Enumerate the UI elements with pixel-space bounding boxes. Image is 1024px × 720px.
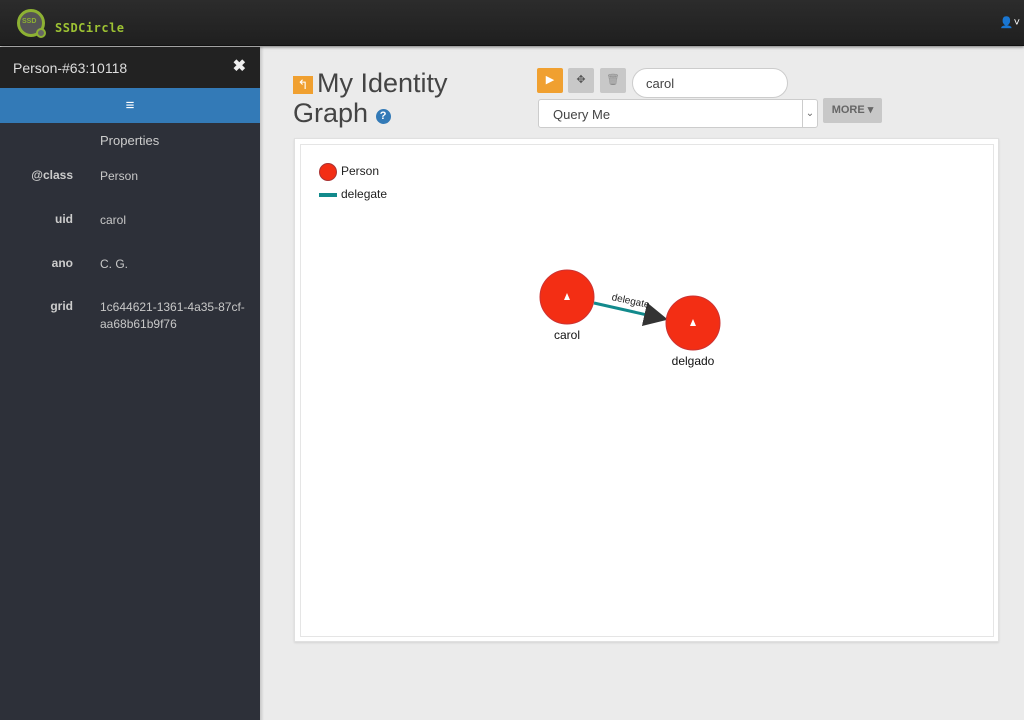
properties-heading: Properties bbox=[100, 133, 160, 148]
property-value: Person bbox=[100, 169, 139, 183]
node-label: delgado bbox=[672, 354, 715, 368]
node-delgado[interactable]: delgado bbox=[665, 295, 721, 368]
search-input[interactable] bbox=[632, 68, 788, 98]
property-key: @class bbox=[31, 168, 73, 182]
chevron-down-icon: ˅ bbox=[1013, 17, 1020, 29]
property-key: ano bbox=[51, 256, 73, 270]
brand-name[interactable]: SSDCircle bbox=[55, 21, 125, 35]
graph-canvas[interactable]: Person delegate delegate carol delgado bbox=[300, 144, 994, 637]
trash-icon: 🗑 bbox=[606, 74, 620, 86]
chevron-down-icon: ⌄ bbox=[802, 100, 817, 127]
user-menu[interactable]: 👤˅ bbox=[1000, 16, 1020, 29]
graph-svg: delegate carol delgado bbox=[539, 269, 721, 368]
run-query-button[interactable]: ▶ bbox=[537, 68, 563, 93]
help-icon[interactable]: ? bbox=[375, 109, 391, 124]
node-label: carol bbox=[554, 328, 580, 342]
top-navbar: SSD SSDCircle 👤˅ bbox=[0, 0, 1024, 46]
page-title-text: My Identity Graph bbox=[293, 68, 448, 128]
sidebar-header: Person-#63:10118 ✖ bbox=[0, 47, 260, 88]
more-button[interactable]: MORE ▾ bbox=[823, 98, 882, 123]
sidebar-shadow bbox=[260, 47, 264, 720]
play-icon: ▶ bbox=[545, 74, 555, 86]
property-key: uid bbox=[55, 212, 73, 226]
query-select[interactable]: Query Me ⌄ bbox=[538, 99, 818, 128]
hamburger-icon: ≡ bbox=[125, 97, 135, 114]
fit-graph-button[interactable]: ✥ bbox=[568, 68, 594, 93]
clear-graph-button[interactable]: 🗑 bbox=[600, 68, 626, 93]
menu-toggle-button[interactable]: ≡ bbox=[0, 88, 260, 123]
property-value: 1c644621-1361-4a35-87cf-aa68b61b9f76 bbox=[100, 300, 245, 331]
back-icon[interactable]: ↰ bbox=[293, 76, 313, 94]
sidebar-title: Person-#63:10118 bbox=[13, 60, 128, 76]
sidebar: Person-#63:10118 ✖ ≡ Properties @class P… bbox=[0, 47, 260, 720]
node-carol[interactable]: carol bbox=[539, 269, 595, 342]
logo-icon[interactable]: SSD bbox=[17, 9, 46, 38]
close-icon[interactable]: ✖ bbox=[233, 56, 246, 76]
expand-icon: ✥ bbox=[576, 74, 586, 86]
property-key: grid bbox=[50, 299, 73, 313]
logo-dot bbox=[36, 28, 46, 38]
query-selected-value: Query Me bbox=[553, 107, 611, 122]
user-icon: 👤 bbox=[999, 17, 1014, 29]
property-value: C. G. bbox=[100, 257, 129, 271]
page-title: ↰ My Identity Graph ? bbox=[293, 68, 493, 128]
property-value: carol bbox=[100, 213, 127, 227]
graph-panel: Person delegate delegate carol delgado bbox=[294, 138, 999, 642]
logo-text: SSD bbox=[22, 18, 37, 25]
